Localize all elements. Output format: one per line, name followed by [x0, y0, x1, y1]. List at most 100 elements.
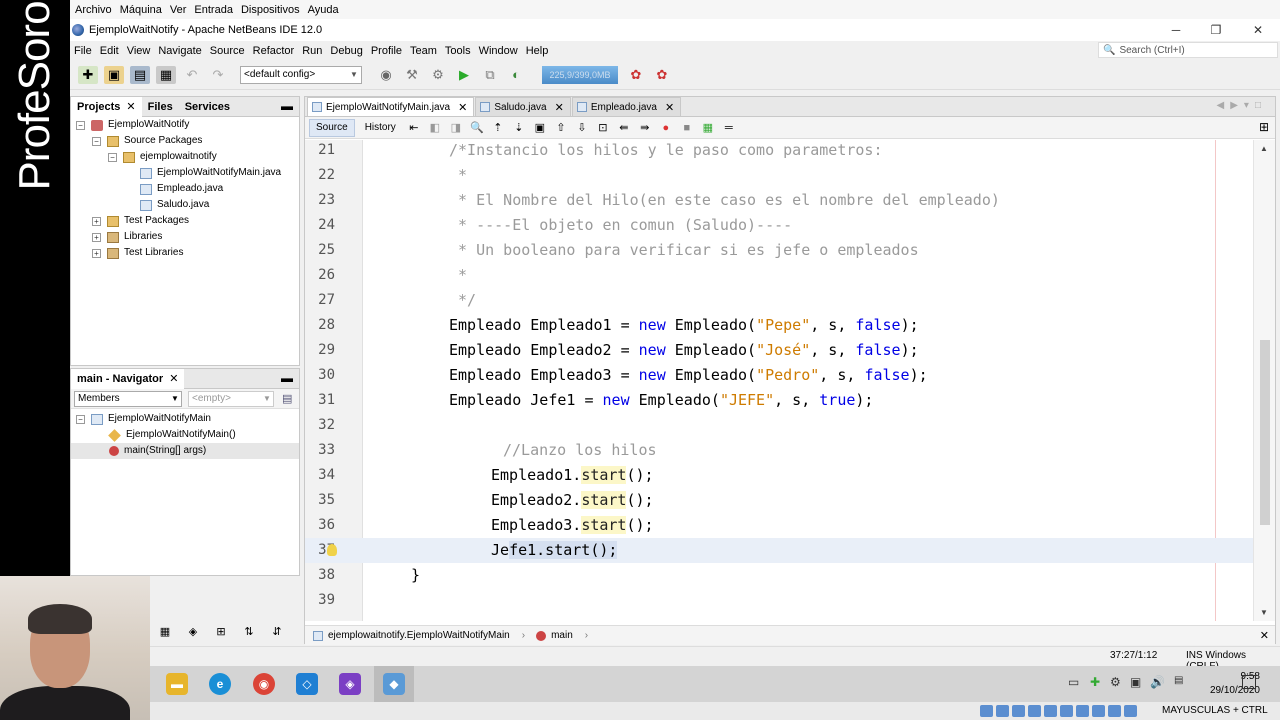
vm-menu-ayuda[interactable]: Ayuda — [308, 4, 339, 16]
next-bookmark-icon[interactable]: ⇩ — [574, 121, 590, 135]
scroll-down-icon[interactable]: ▼ — [1260, 608, 1268, 617]
breadcrumb-item-method[interactable]: main — [535, 630, 573, 641]
tab-services[interactable]: Services — [179, 97, 236, 117]
navigator-member-selected[interactable]: main(String[] args) — [71, 443, 299, 459]
save-all-icon[interactable]: ▦ — [156, 65, 176, 84]
vm-menu-maquina[interactable]: Máquina — [120, 4, 162, 16]
find-next-icon[interactable]: ⇣ — [511, 121, 527, 135]
menu-team[interactable]: Team — [410, 45, 437, 57]
code-line[interactable]: 34 Empleado1.start(); — [305, 463, 1255, 488]
menu-profile[interactable]: Profile — [371, 45, 402, 57]
file-explorer-icon[interactable]: ▬ — [166, 673, 188, 695]
tab-scroll-icons[interactable]: ◀▶▾□ — [1217, 100, 1267, 111]
expand-icon[interactable]: + — [92, 232, 101, 242]
chrome-icon[interactable]: ◉ — [253, 673, 275, 695]
code-line[interactable]: 30 Empleado Empleado3 = new Empleado("Ped… — [305, 363, 1255, 388]
code-line[interactable]: 36 Empleado3.start(); — [305, 513, 1255, 538]
menu-file[interactable]: File — [74, 45, 92, 57]
clean-build-icon[interactable]: ⚙ — [428, 66, 448, 84]
tree-item-test-libraries[interactable]: + Test Libraries — [71, 245, 299, 261]
navigator-class[interactable]: − EjemploWaitNotifyMain — [71, 411, 299, 427]
breadcrumb-item-class[interactable]: ejemplowaitnotify.EjemploWaitNotifyMain — [313, 630, 510, 641]
editor-tab-main[interactable]: EjemploWaitNotifyMain.java ✕ — [307, 97, 475, 116]
collapse-icon[interactable]: − — [76, 120, 85, 130]
vm-device-icon[interactable] — [1044, 705, 1057, 717]
tree-item-file[interactable]: Saludo.java — [71, 197, 299, 213]
back-icon[interactable]: ◧ — [427, 121, 443, 135]
close-icon[interactable]: ✕ — [1238, 21, 1278, 39]
find-icon[interactable]: 🔍 — [469, 121, 485, 135]
collapse-icon[interactable]: − — [76, 414, 85, 424]
menu-navigate[interactable]: Navigate — [158, 45, 201, 57]
menu-source[interactable]: Source — [210, 45, 245, 57]
code-line[interactable]: 35 Empleado2.start(); — [305, 488, 1255, 513]
netbeans-taskbar-icon[interactable]: ◆ — [383, 673, 405, 695]
members-select[interactable]: Members ▼ — [74, 390, 182, 407]
edge-icon[interactable]: e — [209, 673, 231, 695]
tray-overflow-icon[interactable]: ▭ — [1068, 675, 1079, 689]
comment-icon[interactable]: ▦ — [700, 121, 716, 135]
tab-navigator[interactable]: main - Navigator ✕ — [71, 368, 185, 389]
debug-icon[interactable]: ⧉ — [480, 66, 500, 84]
network-icon[interactable]: ⚙ — [1110, 675, 1121, 689]
sort-name-icon[interactable]: ⇵ — [268, 623, 286, 639]
expand-icon[interactable]: + — [92, 248, 101, 258]
code-line[interactable]: 22 * — [305, 163, 1255, 188]
vm-device-icon[interactable] — [1124, 705, 1137, 717]
collapse-icon[interactable]: − — [108, 152, 117, 162]
notifications-icon[interactable] — [1242, 675, 1256, 689]
tab-projects[interactable]: Projects ✕ — [71, 96, 142, 117]
code-line[interactable]: 21 /*Instancio los hilos y le paso como p… — [305, 140, 1255, 163]
vscode-icon[interactable]: ◇ — [296, 673, 318, 695]
toggle-highlight-icon[interactable]: ▣ — [532, 121, 548, 135]
new-project-icon[interactable]: ▣ — [104, 65, 124, 84]
vm-device-icon[interactable] — [1012, 705, 1025, 717]
code-line[interactable]: 24 * ----El objeto en comun (Saludo)---- — [305, 213, 1255, 238]
forward-icon[interactable]: ◨ — [448, 121, 464, 135]
restore-icon[interactable]: ❐ — [1196, 21, 1236, 39]
tree-item-project[interactable]: − EjemploWaitNotify — [71, 117, 299, 133]
language-icon[interactable]: ▤ — [1174, 675, 1183, 686]
tab-files[interactable]: Files — [142, 97, 179, 117]
config-select[interactable]: <default config> ▼ — [240, 65, 362, 84]
filter-select[interactable]: <empty> ▼ — [188, 390, 274, 407]
code-line[interactable]: 31 Empleado Jefe1 = new Empleado("JEFE", … — [305, 388, 1255, 413]
shift-left-icon[interactable]: ⇚ — [616, 121, 632, 135]
volume-icon[interactable]: 🔊 — [1150, 675, 1165, 689]
vm-device-icon[interactable] — [1028, 705, 1041, 717]
minimize-icon[interactable]: ─ — [1156, 21, 1196, 39]
code-line[interactable]: 32 — [305, 413, 1255, 438]
filter-static-icon[interactable]: ◈ — [184, 623, 202, 639]
vm-device-icon[interactable] — [1060, 705, 1073, 717]
profiler-snapshot-icon[interactable]: ✿ — [652, 66, 672, 84]
code-line[interactable]: 29 Empleado Empleado2 = new Empleado("Jos… — [305, 338, 1255, 363]
vertical-scrollbar[interactable]: ▲ ▼ — [1253, 140, 1275, 621]
search-input[interactable]: 🔍 Search (Ctrl+I) — [1098, 42, 1278, 58]
sort-icon[interactable]: ⇅ — [240, 623, 258, 639]
vm-device-icon[interactable] — [996, 705, 1009, 717]
scroll-up-icon[interactable]: ▲ — [1260, 144, 1268, 153]
toggle-bookmark-icon[interactable]: ⊡ — [595, 121, 611, 135]
gc-icon[interactable]: ✿ — [626, 66, 646, 84]
split-editor-icon[interactable]: ⊞ — [1259, 120, 1269, 134]
vm-menu-entrada[interactable]: Entrada — [194, 4, 233, 16]
open-project-icon[interactable]: ▤ — [130, 65, 150, 84]
menu-run[interactable]: Run — [302, 45, 322, 57]
navigator-options-icon[interactable]: ▤ — [282, 392, 292, 405]
expand-icon[interactable]: + — [92, 216, 101, 226]
filter-inherited-icon[interactable]: ⊞ — [212, 623, 230, 639]
stop-macro-icon[interactable]: ■ — [679, 121, 695, 135]
view-tab-history[interactable]: History — [359, 119, 402, 137]
visual-studio-icon[interactable]: ◈ — [339, 673, 361, 695]
menu-tools[interactable]: Tools — [445, 45, 471, 57]
scroll-thumb[interactable] — [1260, 340, 1270, 525]
close-icon[interactable]: ✕ — [169, 369, 178, 389]
tree-item-package[interactable]: − ejemplowaitnotify — [71, 149, 299, 165]
vm-device-icon[interactable] — [980, 705, 993, 717]
tree-item-libraries[interactable]: + Libraries — [71, 229, 299, 245]
build-hammer-icon[interactable]: ⚒ — [402, 66, 422, 84]
code-line[interactable]: 33 //Lanzo los hilos — [305, 438, 1255, 463]
close-icon[interactable]: ✕ — [458, 101, 467, 114]
run-icon[interactable]: ▶ — [454, 66, 474, 84]
view-tab-source[interactable]: Source — [309, 118, 355, 137]
